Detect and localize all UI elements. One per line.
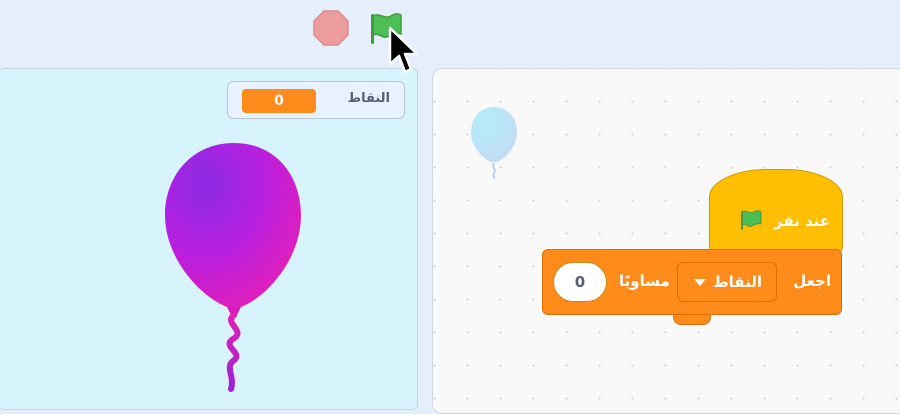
variable-monitor: النقاط 0 bbox=[227, 81, 405, 119]
balloon-sprite-thumbnail bbox=[471, 107, 517, 180]
hat-block-label: عند نقر bbox=[773, 212, 830, 230]
set-variable-block[interactable]: اجعل النقاط مساويًا 0 bbox=[542, 249, 842, 315]
when-flag-clicked-block[interactable]: عند نقر bbox=[709, 169, 843, 253]
monitor-label: النقاط bbox=[347, 91, 390, 106]
variable-dropdown-label: النقاط bbox=[713, 273, 762, 291]
stop-icon bbox=[313, 10, 349, 46]
code-workspace[interactable]: عند نقر اجعل النقاط مساويًا 0 bbox=[432, 68, 900, 414]
green-flag-icon bbox=[741, 210, 762, 230]
set-block-label: اجعل bbox=[793, 272, 831, 290]
variable-dropdown[interactable]: النقاط bbox=[677, 262, 777, 302]
monitor-value: 0 bbox=[242, 89, 316, 113]
stage-header bbox=[0, 0, 900, 60]
balloon-sprite[interactable] bbox=[161, 141, 307, 393]
stage[interactable]: النقاط 0 bbox=[0, 68, 418, 410]
mouse-cursor-icon bbox=[388, 26, 419, 74]
caret-down-icon bbox=[694, 279, 706, 286]
to-label: مساويًا bbox=[619, 272, 670, 290]
value-input[interactable]: 0 bbox=[553, 262, 607, 302]
stop-button[interactable] bbox=[311, 10, 351, 46]
